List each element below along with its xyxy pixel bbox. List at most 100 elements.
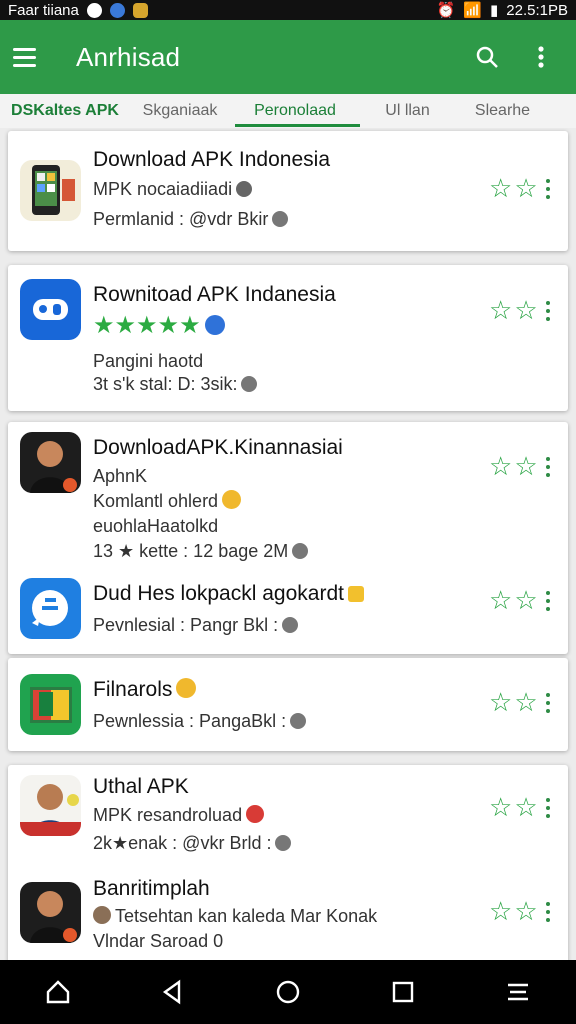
- app-meta: Permlanid : @vdr Bkir: [93, 209, 289, 230]
- list-item[interactable]: Uthal APK MPK resandroluad 2k★enak : @vk…: [8, 765, 568, 960]
- tab-slearhe[interactable]: Slearhe: [455, 94, 550, 128]
- star-icon: ☆: [514, 585, 538, 615]
- search-icon: [476, 46, 498, 68]
- star-icon: ☆: [514, 687, 538, 717]
- wifi-icon: 📶: [463, 2, 483, 19]
- clock-time: 22.5:1PB: [506, 1, 568, 19]
- info-icon: [290, 713, 307, 729]
- item-menu-button[interactable]: [540, 175, 556, 203]
- user-avatar-icon: [93, 906, 111, 924]
- alarm-icon: ⏰: [436, 2, 456, 19]
- item-menu-button[interactable]: [540, 587, 556, 615]
- status-bar: Faar tiiana ⏰ 📶 ▮ 22.5:1PB: [0, 0, 576, 20]
- menu-button[interactable]: [13, 34, 59, 80]
- app-title: Filnarols: [93, 678, 197, 702]
- star-badge-icon: [347, 586, 364, 602]
- app-title: Uthal APK: [93, 775, 189, 798]
- gallery-app-icon: [20, 674, 81, 735]
- verified-icon: [236, 181, 253, 197]
- item-menu-button[interactable]: [540, 453, 556, 481]
- app-subtitle: MPK resandroluad: [93, 805, 265, 826]
- rating-stars[interactable]: ☆ ☆: [489, 794, 538, 820]
- tab-dskaltes[interactable]: DSKaltes APK: [0, 94, 130, 128]
- phone-screenshot-icon: [20, 160, 81, 221]
- rating-stars[interactable]: ☆ ☆: [489, 689, 538, 715]
- system-navigation-bar: [0, 960, 576, 1024]
- menu-lines-button[interactable]: [494, 968, 542, 1016]
- person-avatar-icon: [20, 432, 81, 493]
- star-icon: ☆: [489, 585, 513, 615]
- tab-peronolaad[interactable]: Peronolaad: [230, 94, 360, 128]
- item-menu-button[interactable]: [540, 297, 556, 325]
- app-subtitle: AphnK: [93, 466, 148, 486]
- rating-stars[interactable]: ☆ ☆: [489, 898, 538, 924]
- star-icon: ☆: [489, 451, 513, 481]
- circle-home-button[interactable]: [264, 968, 312, 1016]
- back-button[interactable]: [149, 968, 197, 1016]
- star-icon: ☆: [514, 896, 538, 926]
- list-item[interactable]: Download APK Indonesia MPK nocaiadiiadi …: [8, 131, 568, 251]
- app-comment: Komlantl ohlerd: [93, 490, 242, 512]
- star-icon: ☆: [489, 792, 513, 822]
- item-menu-button[interactable]: [540, 794, 556, 822]
- verified-badge-icon: [204, 315, 225, 335]
- app-detail: euohlaHaatolkd: [93, 516, 219, 536]
- item-menu-button[interactable]: [540, 898, 556, 926]
- app-list: Download APK Indonesia MPK nocaiadiiadi …: [0, 128, 576, 960]
- info-icon: [241, 376, 258, 392]
- star-icon: ☆: [489, 687, 513, 717]
- recent-apps-button[interactable]: [379, 968, 427, 1016]
- tab-bar: DSKaltes APK Skganiaak Peronolaad Ul lla…: [0, 94, 576, 128]
- chat-bubble-icon: [20, 578, 81, 639]
- circle-icon: [276, 980, 300, 1004]
- star-icon: ☆: [489, 896, 513, 926]
- info-icon: [292, 543, 309, 559]
- app-meta: 3t s'k stal: D: 3sik:: [93, 374, 258, 395]
- menu-lines-icon: [508, 983, 529, 1001]
- star-icon: ☆: [514, 792, 538, 822]
- star-icon: ☆: [489, 295, 513, 325]
- overflow-menu-button[interactable]: [520, 36, 562, 78]
- app-title: Download APK Indonesia: [93, 148, 330, 171]
- carrier-text: Faar tiiana: [8, 1, 79, 19]
- home-button[interactable]: [34, 968, 82, 1016]
- info-icon: [272, 211, 289, 227]
- star-icon: ☆: [514, 173, 538, 203]
- list-item[interactable]: Rownitoad APK Indanesia ★★★★★ Pangini ha…: [8, 265, 568, 411]
- rating-stars[interactable]: ☆ ☆: [489, 587, 538, 613]
- app-subtitle: MPK nocaiadiiadi: [93, 179, 253, 200]
- shield-icon: [86, 2, 102, 18]
- app-title: Dud Hes lokpackl agokardt: [93, 582, 364, 606]
- app-meta: Pewnlessia : PangaBkl :: [93, 711, 307, 732]
- browser-icon: [109, 2, 125, 18]
- home-icon: [46, 980, 69, 1004]
- tab-ul-llan[interactable]: Ul llan: [360, 94, 455, 128]
- app-meta: Vlndar Saroad 0: [93, 931, 224, 951]
- person-avatar-icon: [20, 882, 81, 943]
- menu-line-icon: [13, 47, 36, 51]
- app-title: Rownitoad APK Indanesia: [93, 283, 336, 306]
- tab-skganiaak[interactable]: Skganiaak: [130, 94, 230, 128]
- rating-stars[interactable]: ☆ ☆: [489, 175, 538, 201]
- star-icon: ☆: [514, 295, 538, 325]
- app-meta: 13 ★ kette : 12 bage 2M: [93, 541, 309, 562]
- battery-icon: ▮: [490, 2, 499, 19]
- app-subtitle: Tetsehtan kan kaleda Mar Konak: [93, 906, 377, 927]
- list-item[interactable]: DownloadAPK.Kinannasiai AphnK Komlantl o…: [8, 422, 568, 654]
- item-menu-button[interactable]: [540, 689, 556, 717]
- star-icon: ☆: [514, 451, 538, 481]
- more-vertical-icon: [538, 46, 544, 68]
- person-portrait-icon: [20, 775, 81, 836]
- app-title: DownloadAPK.Kinannasiai: [93, 436, 343, 459]
- app-meta: Pevnlesial : Pangr Bkl :: [93, 615, 299, 636]
- info-icon: [275, 835, 292, 851]
- bird-icon: [132, 2, 148, 18]
- rating-stars[interactable]: ☆ ☆: [489, 297, 538, 323]
- app-meta: 2k★enak : @vkr Brld :: [93, 833, 292, 854]
- list-item[interactable]: Filnarols Pewnlessia : PangaBkl : ☆ ☆: [8, 658, 568, 751]
- square-icon: [392, 981, 414, 1003]
- blue-app-icon: [20, 279, 81, 340]
- smile-emoji-icon: [176, 678, 197, 698]
- search-button[interactable]: [466, 36, 508, 78]
- rating-stars[interactable]: ☆ ☆: [489, 453, 538, 479]
